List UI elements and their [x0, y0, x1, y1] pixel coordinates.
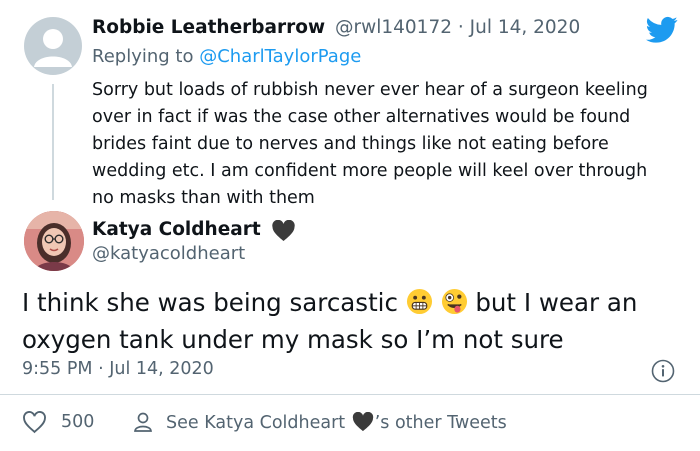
like-count[interactable]: 500 [61, 412, 94, 432]
action-bar-divider [0, 394, 700, 395]
thread-connector-line [52, 84, 54, 200]
reply-tweet-text: Sorry but loads of rubbish never ever he… [92, 80, 648, 208]
reply-author-avatar[interactable] [24, 17, 82, 75]
see-other-tweets-link[interactable]: See Katya Coldheart ’s other Tweets [166, 412, 507, 433]
twitter-bird-icon[interactable] [646, 16, 678, 44]
reply-author-name[interactable]: Robbie Leatherbarrow [92, 17, 325, 38]
reply-handle-date[interactable]: @rwl140172 · Jul 14, 2020 [335, 17, 580, 38]
main-author-avatar[interactable] [24, 211, 84, 271]
replying-to-link[interactable]: @CharlTaylorPage [199, 46, 361, 67]
profile-photo [24, 211, 84, 271]
main-tweet-text: I think she was being sarcastic but I we… [22, 284, 682, 358]
grimacing-face-emoji-icon [406, 288, 432, 315]
info-icon[interactable] [651, 359, 675, 383]
replying-to-line: Replying to @CharlTaylorPage [92, 46, 361, 67]
heart-outline-icon[interactable] [22, 411, 47, 434]
see-other-prefix: See Katya Coldheart [166, 413, 346, 433]
person-icon[interactable] [132, 411, 154, 433]
black-heart-inline-icon [352, 412, 373, 432]
see-other-suffix: ’s other Tweets [374, 413, 507, 433]
default-avatar-icon [34, 29, 72, 67]
black-heart-icon [272, 220, 295, 241]
main-author-handle[interactable]: @katyacoldheart [92, 243, 245, 264]
main-author-name[interactable]: Katya Coldheart [92, 219, 261, 240]
replying-prefix: Replying to [92, 46, 194, 67]
tweet-timestamp[interactable]: 9:55 PM · Jul 14, 2020 [22, 359, 214, 379]
main-tweet-text-part1: I think she was being sarcastic [22, 288, 406, 317]
zany-face-emoji-icon [441, 288, 467, 315]
